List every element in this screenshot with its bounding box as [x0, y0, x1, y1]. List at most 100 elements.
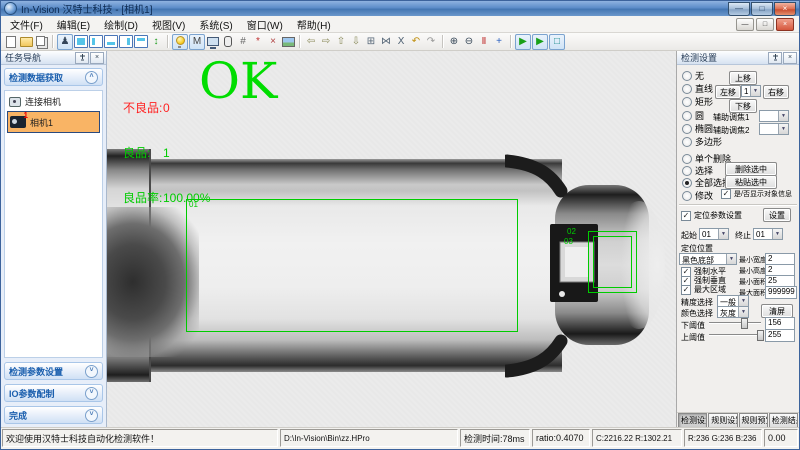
radio-polygon[interactable]: 多边形 [682, 135, 722, 148]
open-folder-icon[interactable] [19, 35, 33, 49]
menu-help[interactable]: 帮助(H) [290, 16, 338, 33]
tab-detect-settings[interactable]: 检测设置 [678, 413, 707, 427]
arrow-left-icon[interactable]: ⇦ [304, 35, 318, 49]
radio-select-all[interactable]: 全部选择 [682, 176, 731, 189]
stop-icon[interactable]: □ [549, 34, 565, 50]
run-once-icon[interactable]: ▶ [532, 34, 548, 50]
group-data-acquisition[interactable]: 检测数据获取 ˄ [4, 68, 103, 86]
view-layout-3-icon[interactable] [104, 35, 118, 48]
arrow-down-icon[interactable]: ⇩ [349, 35, 363, 49]
clear-screen-button[interactable]: 清屏 [761, 304, 793, 318]
light-toggle-icon[interactable] [172, 34, 188, 50]
image-icon[interactable] [281, 35, 295, 49]
arrow-up-icon[interactable]: ⇧ [334, 35, 348, 49]
menu-view[interactable]: 视图(V) [145, 16, 192, 33]
mirror-x-icon[interactable]: Ⅹ [394, 35, 408, 49]
restore-button[interactable]: □ [751, 2, 773, 16]
close-icon[interactable]: × [783, 52, 797, 64]
measure-icon[interactable]: M [189, 34, 205, 50]
mirror-h-icon[interactable]: ⋈ [379, 35, 393, 49]
pos-location-dropdown[interactable]: 黑色底部▼ [679, 253, 737, 265]
radio-ellipse[interactable]: 椭圆 [682, 122, 713, 135]
max-area-input[interactable]: 999999 [765, 286, 797, 299]
person-icon[interactable]: ♟ [57, 34, 73, 50]
move-up-button[interactable]: 上移 [729, 71, 757, 85]
monitor-icon[interactable] [206, 35, 220, 49]
menu-file[interactable]: 文件(F) [3, 16, 50, 33]
minimize-button[interactable]: — [728, 2, 750, 16]
view-layout-2-icon[interactable] [89, 35, 103, 48]
group-io-params[interactable]: IO参数配制 ˅ [4, 384, 103, 402]
view-layout-5-icon[interactable] [134, 35, 148, 48]
roi-rect-03[interactable] [593, 236, 632, 288]
view-layout-1-icon[interactable] [74, 35, 88, 48]
green-adjust-icon[interactable]: ↕ [149, 35, 163, 49]
red-columns-icon[interactable]: Ⅱ [477, 35, 491, 49]
close-icon[interactable]: × [90, 52, 104, 64]
ok-rate: 100.00% [163, 191, 210, 205]
group-finish[interactable]: 完成 ˅ [4, 406, 103, 424]
color-select-dropdown[interactable]: 灰度▼ [717, 306, 749, 318]
result-ok-text: OK [199, 53, 277, 109]
end-dropdown[interactable]: 01▼ [753, 228, 783, 240]
radio-modify[interactable]: 修改 [682, 189, 713, 202]
delete-selected-button[interactable]: 删除选中 [725, 162, 777, 176]
show-info-checkbox[interactable]: ✓是/否显示对象信息 [721, 189, 792, 199]
move-cross-icon[interactable]: + [492, 35, 506, 49]
pin-icon[interactable] [768, 52, 782, 64]
redo-icon[interactable]: ↷ [424, 35, 438, 49]
mdi-close-button[interactable]: × [776, 18, 794, 31]
menu-system[interactable]: 系统(S) [192, 16, 239, 33]
zoom-in-icon[interactable]: ⊕ [447, 35, 461, 49]
close-button[interactable]: × [774, 2, 796, 16]
chevron-up-icon[interactable]: ˄ [85, 71, 98, 84]
menu-edit[interactable]: 编辑(E) [50, 16, 97, 33]
aux-focus-2-dropdown[interactable]: ▼ [759, 123, 789, 135]
pin-icon[interactable] [75, 52, 89, 64]
radio-none[interactable]: 无 [682, 69, 704, 82]
move-right-button[interactable]: 右移 [763, 85, 789, 99]
tab-rule-preview[interactable]: 规则预览 [739, 413, 768, 427]
radio-line[interactable]: 直线 [682, 82, 713, 95]
tab-rule-settings[interactable]: 规则设置 [708, 413, 737, 427]
tab-detect-results[interactable]: 检测结果 [769, 413, 798, 427]
chevron-down-icon[interactable]: ˅ [85, 409, 98, 422]
paste-selected-button[interactable]: 粘贴选中 [725, 175, 777, 189]
grid-arrows-icon[interactable]: ⊞ [364, 35, 378, 49]
upper-threshold-input[interactable]: 255 [765, 329, 795, 342]
tree-item-camera1[interactable]: 1 相机1 [7, 111, 100, 133]
tree-item-connect-camera[interactable]: 连接相机 [7, 94, 100, 109]
radio-rect[interactable]: 矩形 [682, 95, 713, 108]
arrow-right-icon[interactable]: ⇨ [319, 35, 333, 49]
chevron-down-icon[interactable]: ˅ [85, 387, 98, 400]
run-icon[interactable]: ▶ [515, 34, 531, 50]
menu-window[interactable]: 窗口(W) [240, 16, 290, 33]
move-down-button[interactable]: 下移 [729, 99, 757, 113]
roi-rect-01[interactable]: 01 [186, 199, 518, 332]
lower-threshold-slider[interactable] [709, 318, 761, 327]
red-edit-icon[interactable]: * [251, 35, 265, 49]
red-delete-icon[interactable]: × [266, 35, 280, 49]
grid-icon[interactable]: # [236, 35, 250, 49]
upper-threshold-slider[interactable] [709, 330, 761, 339]
undo-icon[interactable]: ↶ [409, 35, 423, 49]
start-dropdown[interactable]: 01▼ [699, 228, 729, 240]
menu-draw[interactable]: 绘制(D) [97, 16, 145, 33]
mouse-icon[interactable] [221, 35, 235, 49]
settings-button[interactable]: 设置 [763, 208, 791, 222]
radio-circle[interactable]: 圆 [682, 109, 704, 122]
view-layout-4-icon[interactable] [119, 35, 133, 48]
group-detect-params[interactable]: 检测参数设置 ˅ [4, 362, 103, 380]
mdi-minimize-button[interactable]: — [736, 18, 754, 31]
pos-params-checkbox[interactable]: ✓定位参数设置 [681, 210, 742, 221]
zoom-out-icon[interactable]: ⊖ [462, 35, 476, 49]
chevron-down-icon[interactable]: ˅ [85, 365, 98, 378]
copy-pages-icon[interactable] [34, 35, 48, 49]
move-left-button[interactable]: 左移 [715, 85, 741, 99]
new-file-icon[interactable] [4, 35, 18, 49]
aux-focus-1-label: 辅助调焦1 [713, 112, 749, 123]
move-step-dropdown[interactable]: 1▼ [741, 85, 761, 97]
aux-focus-1-dropdown[interactable]: ▼ [759, 110, 789, 122]
mdi-restore-button[interactable]: □ [756, 18, 774, 31]
max-region-checkbox[interactable]: ✓最大区域 [681, 284, 726, 295]
